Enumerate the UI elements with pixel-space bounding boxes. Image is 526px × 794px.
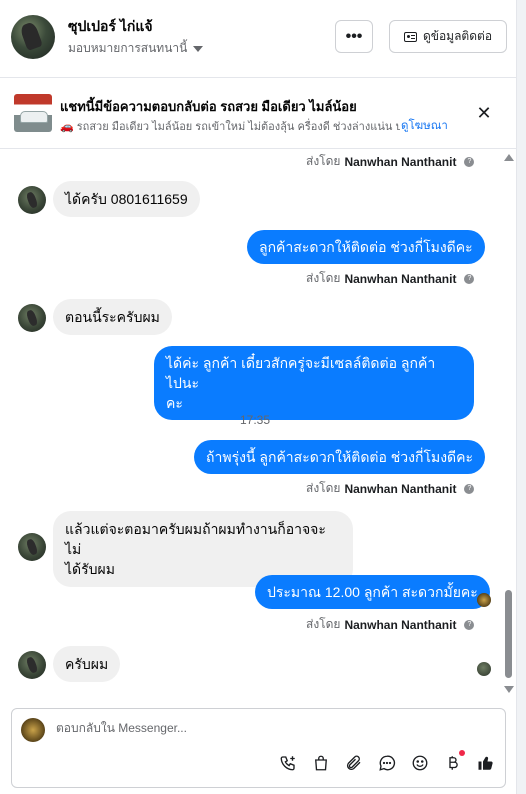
conversation-header: ซุปเปอร์ ไก่แจ้ มอบหมายการสนทนานี้ ••• ด… — [0, 0, 516, 78]
banner-subtitle: 🚗 รถสวย มือเดียว ไมล์น้อย รถเข้าใหม่ ไม่… — [60, 121, 400, 133]
contact-avatar[interactable] — [11, 15, 55, 59]
ad-thumbnail — [14, 94, 52, 132]
incoming-message[interactable]: ตอนนี้ระครับผม — [53, 299, 172, 335]
message-line: คะ — [166, 395, 183, 411]
timestamp: 17:35 — [240, 413, 271, 427]
incoming-message[interactable]: ได้ครับ 0801611659 — [53, 181, 200, 217]
scroll-up-arrow-icon[interactable] — [504, 154, 514, 161]
saved-replies-icon[interactable] — [377, 753, 396, 772]
more-options-button[interactable]: ••• — [335, 20, 373, 53]
outgoing-message[interactable]: ได้ค่ะ ลูกค้า เดี๋ยวสักครู่จะมีเซลล์ติดต… — [154, 346, 474, 420]
message-line: แล้วแต่จะตอมาครับผมถ้าผมทำงานก็อาจจะไม่ — [65, 521, 326, 557]
sender-name: Nanwhan Nanthanit — [344, 481, 457, 496]
panel-divider — [516, 0, 526, 794]
like-thumbs-up-icon[interactable] — [476, 753, 495, 772]
payment-baht-icon[interactable] — [443, 750, 465, 772]
outgoing-message[interactable]: ลูกค้าสะดวกให้ติดต่อ ช่วงกี่โมงดีคะ — [247, 230, 485, 264]
sent-by-prefix: ส่งโดย — [306, 481, 341, 495]
view-contact-info-label: ดูข้อมูลติดต่อ — [422, 29, 493, 43]
scroll-thumb[interactable] — [505, 590, 512, 678]
scroll-down-arrow-icon[interactable] — [504, 686, 514, 693]
reply-composer — [11, 708, 506, 788]
contact-name[interactable]: ซุปเปอร์ ไก่แจ้ — [68, 16, 153, 38]
info-icon[interactable]: ? — [464, 619, 475, 630]
page-avatar — [21, 718, 45, 742]
outgoing-message[interactable]: ถ้าพรุ่งนี้ ลูกค้าสะดวกให้ติดต่อ ช่วงกี่… — [194, 440, 486, 474]
message-thread: ส่งโดย Nanwhan Nanthanit ? ได้ครับ 08016… — [0, 150, 516, 700]
info-icon[interactable]: ? — [464, 156, 475, 167]
outgoing-message[interactable]: ประมาณ 12.00 ลูกค้า สะดวกมั้ยคะ — [255, 575, 490, 609]
attachment-icon[interactable] — [344, 753, 363, 772]
sent-by-label: ส่งโดย Nanwhan Nanthanit ? — [306, 479, 475, 498]
message-line: ได้ค่ะ ลูกค้า เดี๋ยวสักครู่จะมีเซลล์ติดต… — [166, 355, 436, 391]
sent-by-prefix: ส่งโดย — [306, 154, 341, 168]
emoji-icon[interactable] — [410, 753, 429, 772]
reply-input[interactable] — [56, 721, 476, 735]
contact-avatar-small[interactable] — [18, 304, 46, 332]
shopping-bag-icon[interactable] — [311, 753, 330, 772]
contact-card-icon — [403, 31, 417, 42]
view-contact-info-button[interactable]: ดูข้อมูลติดต่อ — [389, 20, 507, 53]
contact-avatar-small[interactable] — [18, 533, 46, 561]
caret-down-icon — [193, 45, 204, 52]
seen-by-page-avatar — [477, 593, 491, 607]
assign-conversation-dropdown[interactable]: มอบหมายการสนทนานี้ — [68, 39, 204, 58]
ad-reply-banner: แชทนี้มีข้อความตอบกลับต่อ รถสวย มือเดียว… — [0, 79, 516, 149]
info-icon[interactable]: ? — [464, 273, 475, 284]
add-call-icon[interactable] — [278, 753, 297, 772]
sent-by-prefix: ส่งโดย — [306, 271, 341, 285]
seen-by-contact-avatar — [477, 662, 491, 676]
contact-avatar-small[interactable] — [18, 651, 46, 679]
notification-dot — [459, 750, 465, 756]
contact-avatar-small[interactable] — [18, 186, 46, 214]
sender-name: Nanwhan Nanthanit — [344, 271, 457, 286]
close-banner-icon[interactable]: ✕ — [474, 103, 494, 123]
incoming-message[interactable]: ครับผม — [53, 646, 121, 682]
banner-title: แชทนี้มีข้อความตอบกลับต่อ รถสวย มือเดียว… — [60, 99, 357, 114]
info-icon[interactable]: ? — [464, 483, 475, 494]
composer-toolbar — [278, 750, 495, 772]
sent-by-label: ส่งโดย Nanwhan Nanthanit ? — [306, 269, 475, 288]
sent-by-prefix: ส่งโดย — [306, 617, 341, 631]
sent-by-label: ส่งโดย Nanwhan Nanthanit ? — [306, 152, 475, 171]
sent-by-label: ส่งโดย Nanwhan Nanthanit ? — [306, 615, 475, 634]
view-ad-link[interactable]: ดูโฆษณา — [401, 117, 448, 135]
assign-label: มอบหมายการสนทนานี้ — [68, 41, 188, 55]
sender-name: Nanwhan Nanthanit — [344, 154, 457, 169]
sender-name: Nanwhan Nanthanit — [344, 617, 457, 632]
